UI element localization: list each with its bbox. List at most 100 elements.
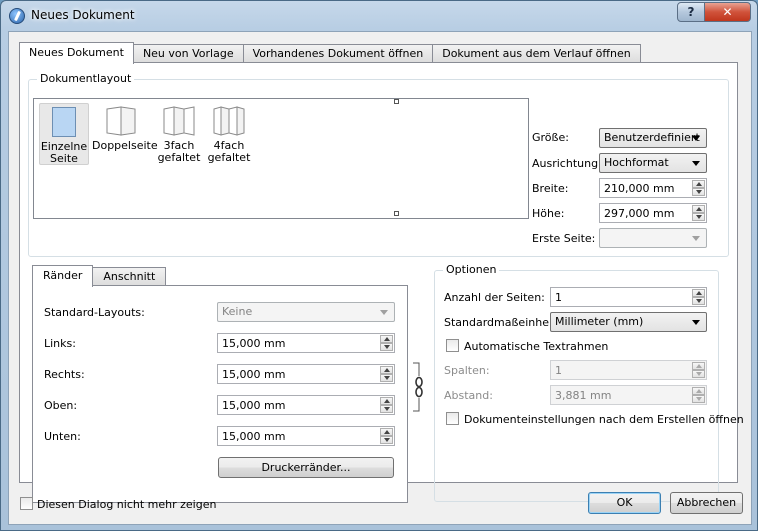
width-value: 210,000 mm [604,182,675,195]
width-label: Breite: [532,182,569,195]
size-combo[interactable]: Benutzerdefiniert [599,128,707,148]
gap-up-arrow-icon[interactable] [692,387,705,395]
layout-list[interactable]: Einzelne Seite Doppelseite 3fach gefalte… [33,98,529,219]
margin-top-down-arrow-icon[interactable] [380,405,393,413]
orientation-combo-value: Hochformat [604,156,669,169]
first-page-combo[interactable] [599,228,707,248]
gap-label: Abstand: [444,389,493,402]
margin-right-spinbox[interactable]: 15,000 mm [217,364,395,384]
tab-open-recent[interactable]: Dokument aus dem Verlauf öffnen [432,44,641,63]
width-down-arrow-icon[interactable] [692,188,705,196]
margin-tabs: Ränder Anschnitt [32,265,167,287]
main-tabs: Neues Dokument Neu von Vorlage Vorhanden… [19,42,641,64]
tab-new-document[interactable]: Neues Dokument [19,42,134,64]
layout-double-page[interactable]: Doppelseite [92,103,158,152]
window-title: Neues Dokument [31,8,135,22]
presets-label: Standard-Layouts: [44,306,145,319]
layout-quadfold-line2: gefaltet [207,151,251,164]
margin-right-down-arrow-icon[interactable] [380,374,393,382]
tab-new-from-template[interactable]: Neu von Vorlage [132,44,244,63]
orientation-combo[interactable]: Hochformat [599,153,707,173]
layout-trifold-line2: gefaltet [157,151,201,164]
margin-left-spinbox[interactable]: 15,000 mm [217,333,395,353]
gap-spinbox[interactable]: 3,881 mm [550,385,707,405]
columns-down-arrow-icon[interactable] [692,370,705,378]
tab-bleed[interactable]: Anschnitt [92,267,167,286]
columns-up-arrow-icon[interactable] [692,362,705,370]
chevron-down-icon [692,236,700,241]
ok-button[interactable]: OK [588,492,661,514]
layout-trifold[interactable]: 3fach gefaltet [154,103,204,164]
height-label: Höhe: [532,207,565,220]
autoframes-checkbox[interactable] [446,339,459,352]
single-page-icon [52,107,76,137]
options-legend: Optionen [443,263,500,276]
gap-down-arrow-icon[interactable] [692,395,705,403]
layout-quadfold[interactable]: 4fach gefaltet [204,103,254,164]
columns-label: Spalten: [444,364,490,377]
margin-top-value: 15,000 mm [222,399,286,412]
margin-right-label: Rechts: [44,368,85,381]
scribus-app-icon [9,8,25,24]
margin-bottom-spinbox[interactable]: 15,000 mm [217,426,395,446]
margin-left-value: 15,000 mm [222,337,286,350]
margin-left-down-arrow-icon[interactable] [380,343,393,351]
open-settings-checkbox[interactable] [446,412,459,425]
chevron-down-icon [380,310,388,315]
orientation-label: Ausrichtung: [532,157,602,170]
unit-combo[interactable]: Millimeter (mm) [550,312,707,332]
first-page-label: Erste Seite: [532,232,596,245]
layout-single-page[interactable]: Einzelne Seite [39,103,89,165]
margin-right-up-arrow-icon[interactable] [380,366,393,374]
trifold-icon [163,106,195,136]
help-button[interactable]: ? [677,2,705,22]
margin-top-up-arrow-icon[interactable] [380,397,393,405]
pages-down-arrow-icon[interactable] [692,297,705,305]
printer-margins-button[interactable]: Druckerränder... [218,457,394,478]
width-spinbox[interactable]: 210,000 mm [599,178,707,198]
dont-show-label: Diesen Dialog nicht mehr zeigen [37,498,217,511]
double-page-icon [106,106,136,136]
dont-show-checkbox[interactable] [20,497,33,510]
height-spinbox[interactable]: 297,000 mm [599,203,707,223]
presets-value: Keine [222,305,253,318]
size-label: Größe: [532,131,569,144]
columns-spinbox[interactable]: 1 [550,360,707,380]
tab-margins[interactable]: Ränder [32,265,94,287]
gap-value: 3,881 mm [555,389,612,402]
open-settings-label: Dokumenteinstellungen nach dem Erstellen… [464,413,744,426]
link-chain-icon[interactable] [412,362,426,412]
pages-spinbox[interactable]: 1 [550,287,707,307]
margin-bottom-up-arrow-icon[interactable] [380,428,393,436]
autoframes-label: Automatische Textrahmen [464,340,609,353]
unit-value: Millimeter (mm) [555,315,644,328]
pages-up-arrow-icon[interactable] [692,289,705,297]
presets-combo[interactable]: Keine [217,302,395,322]
pages-value: 1 [555,291,562,304]
document-layout-legend: Dokumentlayout [37,72,135,85]
new-document-panel: Dokumentlayout Einzelne Seite Doppelseit… [19,62,744,503]
tab-open-existing[interactable]: Vorhandenes Dokument öffnen [242,44,434,63]
margin-bottom-value: 15,000 mm [222,430,286,443]
splitter-handle-bottom[interactable] [394,211,399,216]
quadfold-icon [213,106,245,136]
height-value: 297,000 mm [604,207,675,220]
margin-left-up-arrow-icon[interactable] [380,335,393,343]
margin-top-label: Oben: [44,399,78,412]
close-button[interactable]: ✕ [704,2,751,22]
margin-right-value: 15,000 mm [222,368,286,381]
margin-bottom-down-arrow-icon[interactable] [380,436,393,444]
height-up-arrow-icon[interactable] [692,205,705,213]
chevron-down-icon [692,320,700,325]
splitter-handle-top[interactable] [394,99,399,104]
pages-label: Anzahl der Seiten: [444,291,545,304]
margin-top-spinbox[interactable]: 15,000 mm [217,395,395,415]
columns-value: 1 [555,364,562,377]
chevron-down-icon [692,161,700,166]
title-bar[interactable]: Neues Dokument ? ✕ [1,1,757,31]
unit-label: Standardmaßeinheit: [444,316,561,329]
height-down-arrow-icon[interactable] [692,213,705,221]
cancel-button[interactable]: Abbrechen [670,492,743,514]
width-up-arrow-icon[interactable] [692,180,705,188]
size-combo-value: Benutzerdefiniert [604,131,700,144]
